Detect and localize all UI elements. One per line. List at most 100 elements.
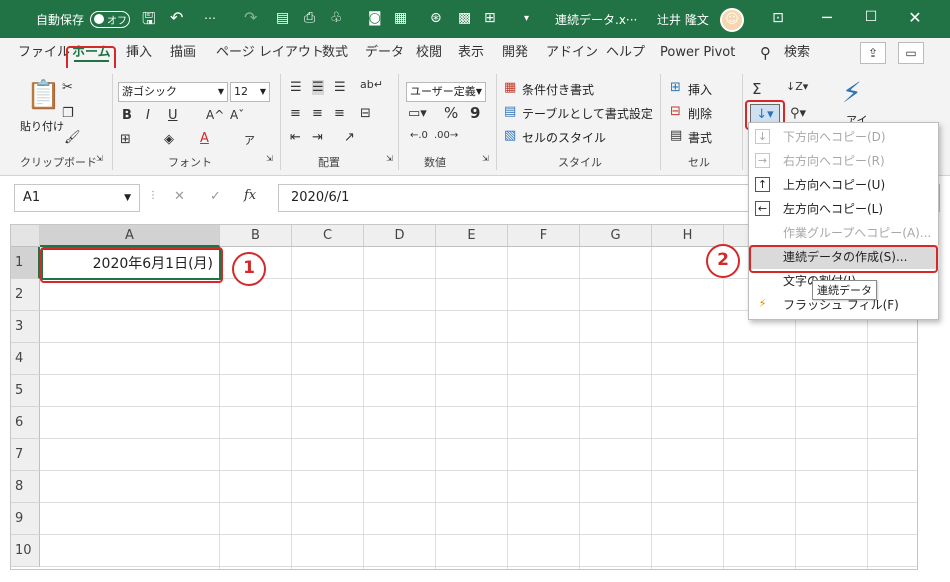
percent-button[interactable]: %: [444, 104, 458, 122]
wrap-text-icon[interactable]: ab↵: [360, 78, 383, 91]
grow-font-icon[interactable]: A^: [206, 108, 224, 122]
column-header-c[interactable]: C: [292, 225, 364, 247]
autosum-button[interactable]: Σ: [752, 80, 761, 98]
share-icon[interactable]: ⇪: [860, 42, 886, 64]
clipboard-launcher-icon[interactable]: ⇲: [96, 154, 103, 163]
insert-cells-icon[interactable]: ⊞: [670, 80, 681, 95]
increase-decimal-icon[interactable]: ←.0: [410, 130, 428, 141]
camera-icon[interactable]: ◙: [368, 10, 382, 26]
cut-icon[interactable]: ✂: [62, 80, 73, 95]
underline-icon[interactable]: U: [168, 108, 178, 123]
align-left-icon[interactable]: ≡: [290, 106, 301, 121]
sort-filter-icon[interactable]: ↓Z▾: [786, 80, 808, 93]
customize-qat-icon[interactable]: ▾: [524, 13, 529, 24]
row-header-3[interactable]: 3: [11, 311, 40, 343]
font-color-icon[interactable]: A: [200, 131, 209, 146]
row-header-8[interactable]: 8: [11, 471, 40, 503]
tab-data[interactable]: データ: [365, 38, 404, 68]
maximize-icon[interactable]: ☐: [856, 9, 886, 25]
align-middle-icon[interactable]: ☰: [312, 80, 324, 95]
avatar[interactable]: ☺: [720, 8, 744, 32]
name-box[interactable]: A1 ▼: [14, 184, 140, 212]
save-icon[interactable]: 🖫: [142, 8, 156, 35]
minimize-icon[interactable]: ─: [812, 8, 842, 27]
tab-view[interactable]: 表示: [458, 38, 484, 68]
table-format-icon[interactable]: ▤: [504, 104, 516, 119]
enter-formula-icon[interactable]: ✓: [210, 189, 221, 204]
border-quick-icon[interactable]: ⋯: [204, 11, 216, 25]
decrease-indent-icon[interactable]: ⇤: [290, 130, 301, 145]
hyperlink-icon[interactable]: ⊛: [430, 10, 442, 26]
column-header-g[interactable]: G: [580, 225, 652, 247]
print-preview-icon[interactable]: ▤: [276, 10, 289, 26]
column-header-b[interactable]: B: [220, 225, 292, 247]
orientation-icon[interactable]: ↗: [344, 130, 355, 145]
tab-review[interactable]: 校閲: [416, 38, 442, 68]
currency-icon[interactable]: ▭▾: [408, 106, 427, 121]
fill-color-icon[interactable]: ◈: [164, 132, 174, 147]
menu-item-fill-up[interactable]: ↑ 上方向へコピー(U): [749, 173, 940, 197]
row-header-7[interactable]: 7: [11, 439, 40, 471]
ideas-icon[interactable]: ⚡: [842, 76, 862, 109]
format-cells-icon[interactable]: ▤: [670, 128, 682, 143]
align-right-icon[interactable]: ≡: [334, 106, 345, 121]
font-name-combo[interactable]: 游ゴシック ▼: [118, 82, 228, 102]
decrease-decimal-icon[interactable]: .00→: [434, 130, 458, 141]
tab-power-pivot[interactable]: Power Pivot: [660, 38, 735, 68]
align-top-icon[interactable]: ☰: [290, 80, 302, 95]
comma-button[interactable]: 9: [470, 104, 480, 122]
tab-formulas[interactable]: 数式: [322, 38, 348, 68]
increase-indent-icon[interactable]: ⇥: [312, 130, 323, 145]
format-painter-icon[interactable]: 🖌: [64, 130, 81, 145]
row-header-4[interactable]: 4: [11, 343, 40, 375]
paste-icon[interactable]: 📋: [26, 78, 61, 111]
bold-icon[interactable]: B: [122, 108, 132, 123]
row-header-6[interactable]: 6: [11, 407, 40, 439]
merge-center-icon[interactable]: ⊟: [360, 106, 371, 121]
tab-file[interactable]: ファイル: [18, 38, 70, 68]
delete-cells-button[interactable]: 削除: [688, 105, 712, 122]
tab-draw[interactable]: 描画: [170, 38, 196, 68]
paste-values-icon[interactable]: ▦: [394, 10, 407, 26]
row-header-10[interactable]: 10: [11, 535, 40, 567]
align-center-icon[interactable]: ≡: [312, 106, 323, 121]
column-header-e[interactable]: E: [436, 225, 508, 247]
format-cells-button[interactable]: 書式: [688, 129, 712, 146]
align-bottom-icon[interactable]: ☰: [334, 80, 346, 95]
row-header-1[interactable]: 1: [11, 247, 40, 279]
column-header-h[interactable]: H: [652, 225, 724, 247]
tab-help[interactable]: ヘルプ: [606, 38, 645, 68]
row-header-9[interactable]: 9: [11, 503, 40, 535]
phonetic-icon[interactable]: ア: [244, 132, 255, 148]
column-header-f[interactable]: F: [508, 225, 580, 247]
quick-print-icon[interactable]: ⎙: [304, 10, 315, 26]
search-icon[interactable]: ⚲: [760, 38, 771, 68]
cell-style-icon[interactable]: ▧: [504, 128, 516, 143]
borders-icon[interactable]: ⊞: [120, 132, 131, 147]
close-icon[interactable]: ✕: [900, 8, 930, 27]
insert-cells-button[interactable]: 挿入: [688, 81, 712, 98]
font-launcher-icon[interactable]: ⇲: [266, 154, 273, 163]
freeze-icon[interactable]: ▩: [458, 10, 471, 26]
row-header-2[interactable]: 2: [11, 279, 40, 311]
row-header-5[interactable]: 5: [11, 375, 40, 407]
column-header-a[interactable]: A: [40, 225, 220, 247]
tab-search[interactable]: 検索: [784, 38, 810, 68]
font-size-combo[interactable]: 12 ▼: [230, 82, 270, 102]
cell-style-button[interactable]: セルのスタイル: [522, 129, 606, 146]
tab-insert[interactable]: 挿入: [126, 38, 152, 68]
borders-quick-icon[interactable]: ⊞: [484, 10, 496, 26]
format-painter-quick-icon[interactable]: ♧: [330, 10, 343, 26]
comment-icon[interactable]: ▭: [898, 42, 924, 64]
ribbon-display-icon[interactable]: ⊡: [763, 10, 793, 26]
cond-format-icon[interactable]: ▦: [504, 80, 516, 95]
select-all-corner[interactable]: [11, 225, 40, 247]
autosave-toggle[interactable]: オフ: [90, 11, 130, 28]
undo-icon[interactable]: ↶: [170, 8, 183, 27]
column-header-d[interactable]: D: [364, 225, 436, 247]
number-launcher-icon[interactable]: ⇲: [482, 154, 489, 163]
copy-icon[interactable]: ❐: [62, 106, 74, 121]
table-format-button[interactable]: テーブルとして書式設定: [522, 105, 653, 122]
menu-item-fill-left[interactable]: ← 左方向へコピー(L): [749, 197, 940, 221]
tab-developer[interactable]: 開発: [502, 38, 528, 68]
